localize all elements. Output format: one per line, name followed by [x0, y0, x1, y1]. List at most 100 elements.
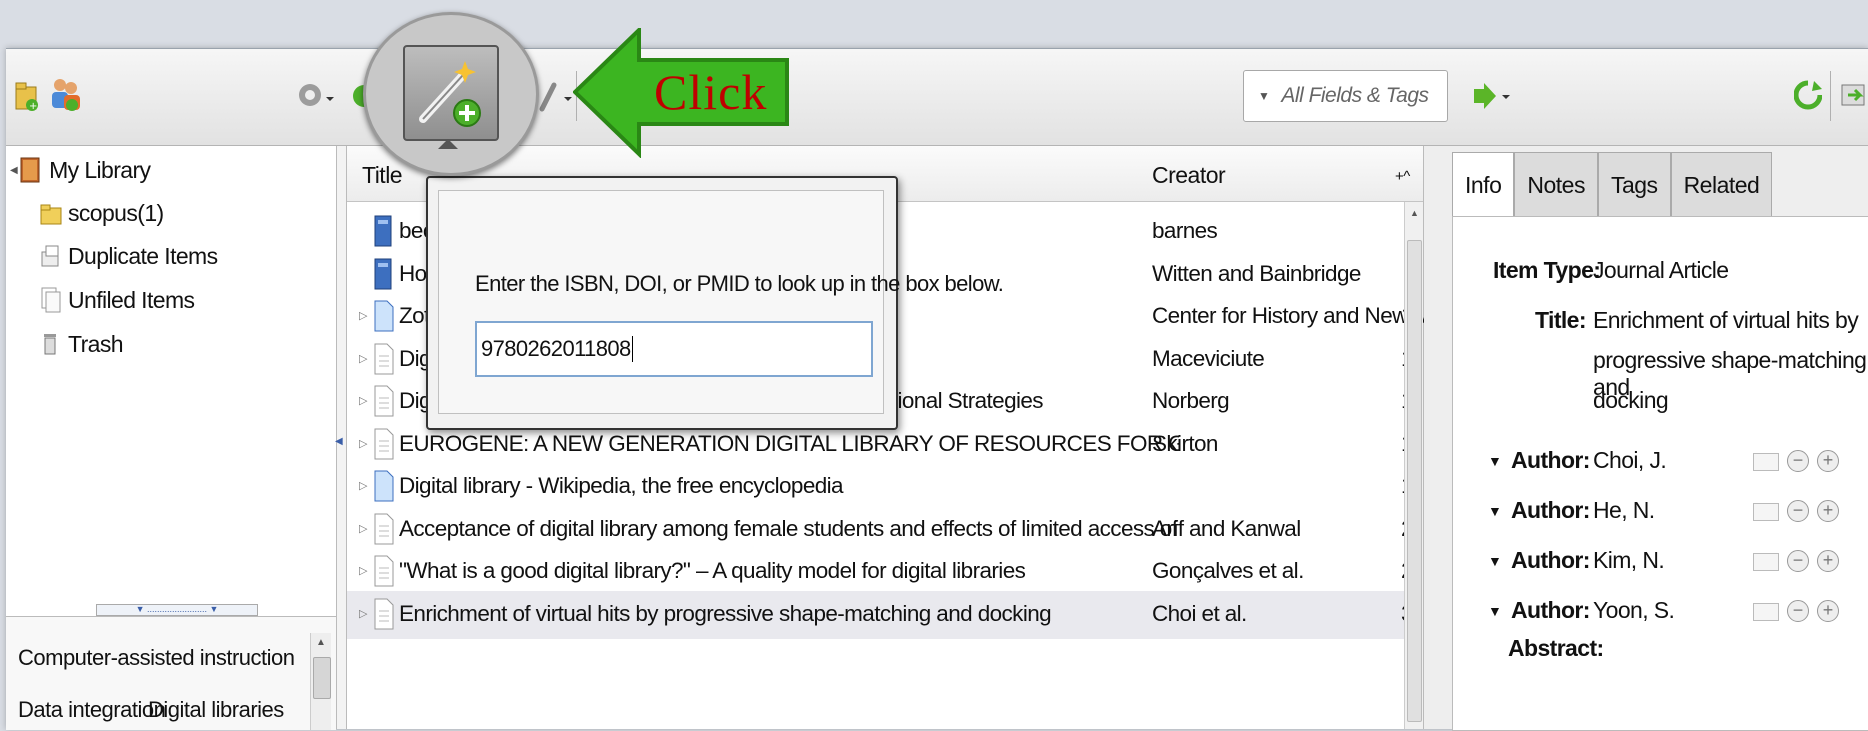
creator-type-dropdown-icon[interactable]: ▼ — [1488, 503, 1502, 519]
author-name[interactable]: Kim, N. — [1593, 547, 1665, 574]
book-item-icon — [373, 214, 395, 254]
column-extra[interactable]: +^ — [1395, 168, 1410, 185]
expand-triangle-icon[interactable]: ▷ — [359, 479, 367, 492]
fullscreen-icon[interactable] — [1840, 79, 1868, 118]
webpage-item-icon — [373, 299, 395, 339]
folder-icon — [40, 204, 62, 224]
magnifier-highlight — [363, 12, 539, 176]
scroll-up-icon[interactable]: ▲ — [1410, 208, 1419, 218]
scroll-thumb[interactable] — [1407, 240, 1422, 722]
author-name[interactable]: Yoon, S. — [1593, 597, 1675, 624]
add-author-button[interactable]: + — [1817, 450, 1839, 472]
creator-type-dropdown-icon[interactable]: ▼ — [1488, 453, 1502, 469]
column-title[interactable]: Title — [362, 162, 403, 189]
locate-icon[interactable] — [1472, 81, 1512, 116]
expand-triangle-icon[interactable]: ▷ — [359, 437, 367, 450]
webpage-item-icon — [373, 469, 395, 509]
search-placeholder: All Fields & Tags — [1281, 84, 1429, 107]
document-item-icon — [373, 342, 395, 382]
new-group-icon[interactable] — [48, 75, 82, 118]
add-item-by-identifier-icon — [419, 61, 481, 127]
collapse-triangle-icon[interactable]: ◀ — [10, 165, 18, 176]
name-mode-toggle[interactable] — [1753, 553, 1779, 571]
remove-author-button[interactable]: − — [1787, 600, 1809, 622]
text-caret — [631, 336, 633, 362]
sidebar-item-label: scopus(1) — [68, 200, 164, 226]
name-mode-toggle[interactable] — [1753, 453, 1779, 471]
sidebar-item-trash[interactable]: Trash — [40, 330, 124, 358]
name-mode-toggle[interactable] — [1753, 503, 1779, 521]
toolbar: + ▼ All Fields & Tags — [6, 49, 1868, 146]
actions-gear-icon[interactable] — [296, 79, 336, 116]
scroll-up-icon[interactable]: ▲ — [316, 637, 326, 648]
author-label: Author: — [1511, 547, 1590, 573]
row-title: Enrichment of virtual hits by progressiv… — [399, 600, 1052, 626]
creator-type-dropdown-icon[interactable]: ▼ — [1488, 603, 1502, 619]
add-item-by-identifier-button[interactable] — [403, 45, 499, 141]
new-collection-icon[interactable]: + — [14, 79, 40, 118]
creator-type-dropdown-icon[interactable]: ▼ — [1488, 553, 1502, 569]
sidebar-item-label: Trash — [68, 330, 124, 357]
table-row[interactable]: ▷ "What is a good digital library?" – A q… — [347, 548, 1423, 596]
sidebar-item-duplicate-items[interactable]: Duplicate Items — [40, 242, 218, 270]
expand-triangle-icon[interactable]: ▷ — [359, 607, 367, 620]
table-row[interactable]: ▷ Acceptance of digital library among fem… — [347, 506, 1423, 554]
row-creator: Arif and Kanwal — [1152, 515, 1301, 541]
sidebar-item-my-library[interactable]: ◀ My Library — [10, 156, 151, 184]
expand-triangle-icon[interactable]: ▷ — [359, 309, 367, 322]
add-author-button[interactable]: + — [1817, 600, 1839, 622]
title-value-line[interactable]: Enrichment of virtual hits by — [1593, 307, 1859, 334]
lookup-popup: Enter the ISBN, DOI, or PMID to look up … — [426, 176, 1004, 430]
svg-text:+: + — [29, 101, 37, 112]
table-row[interactable]: ▷ Digital library - Wikipedia, the free e… — [347, 463, 1423, 511]
tooltip-pointer — [438, 139, 458, 149]
tag-scrollbar[interactable]: ▲ — [310, 633, 331, 730]
item-tabs: Info Notes Tags Related — [1452, 152, 1773, 217]
table-row[interactable]: ▷ Enrichment of virtual hits by progressi… — [347, 590, 1423, 639]
search-dropdown-icon[interactable]: ▼ — [1258, 89, 1270, 103]
row-title: "What is a good digital library?" – A qu… — [399, 558, 1026, 583]
sync-icon[interactable] — [1793, 79, 1823, 118]
attachment-icon[interactable] — [536, 79, 576, 120]
left-splitter-grip-icon[interactable]: ◀ — [335, 436, 343, 447]
sidebar-item-scopus[interactable]: scopus(1) — [40, 200, 164, 227]
search-input[interactable]: ▼ All Fields & Tags — [1243, 70, 1448, 122]
items-scrollbar[interactable]: ▲ — [1404, 202, 1423, 729]
tag-item[interactable]: Data integration — [18, 697, 166, 723]
tab-related[interactable]: Related — [1670, 152, 1773, 217]
trash-icon — [44, 334, 56, 355]
remove-author-button[interactable]: − — [1787, 450, 1809, 472]
pane-splitter[interactable]: ▼ ........................ ▼ — [96, 604, 258, 616]
scroll-thumb[interactable] — [313, 657, 331, 699]
expand-triangle-icon[interactable]: ▷ — [359, 522, 367, 535]
name-mode-toggle[interactable] — [1753, 603, 1779, 621]
row-creator: Maceviciute — [1152, 345, 1265, 371]
add-author-button[interactable]: + — [1817, 550, 1839, 572]
tab-tags[interactable]: Tags — [1597, 152, 1671, 217]
identifier-value: 9780262011808 — [481, 336, 631, 361]
tag-item[interactable]: Digital libraries — [148, 697, 284, 723]
row-creator: Gonçalves et al. — [1152, 558, 1304, 583]
remove-author-button[interactable]: − — [1787, 550, 1809, 572]
expand-triangle-icon[interactable]: ▷ — [359, 394, 367, 407]
item-type-value[interactable]: Journal Article — [1593, 257, 1729, 284]
sidebar-item-unfiled-items[interactable]: Unfiled Items — [40, 286, 195, 314]
unfiled-icon — [41, 287, 61, 313]
author-label: Author: — [1511, 447, 1590, 473]
title-value-line[interactable]: docking — [1593, 387, 1669, 414]
row-creator: Skirton — [1152, 430, 1218, 456]
expand-triangle-icon[interactable]: ▷ — [359, 352, 367, 365]
book-item-icon — [373, 257, 395, 297]
info-panel: Item Type: Journal Article Title: Enrich… — [1452, 216, 1868, 731]
tab-notes[interactable]: Notes — [1514, 152, 1598, 217]
author-name[interactable]: He, N. — [1593, 497, 1655, 524]
tag-item[interactable]: Computer-assisted instruction — [18, 645, 295, 671]
author-name[interactable]: Choi, J. — [1593, 447, 1667, 474]
expand-triangle-icon[interactable]: ▷ — [359, 564, 367, 577]
identifier-input[interactable]: 9780262011808 — [475, 321, 873, 377]
column-creator[interactable]: Creator — [1152, 162, 1226, 189]
tab-info[interactable]: Info — [1452, 152, 1515, 217]
zotero-window: + ▼ All Fields & Tags ◀ My Library scopu… — [6, 48, 1868, 731]
remove-author-button[interactable]: − — [1787, 500, 1809, 522]
add-author-button[interactable]: + — [1817, 500, 1839, 522]
